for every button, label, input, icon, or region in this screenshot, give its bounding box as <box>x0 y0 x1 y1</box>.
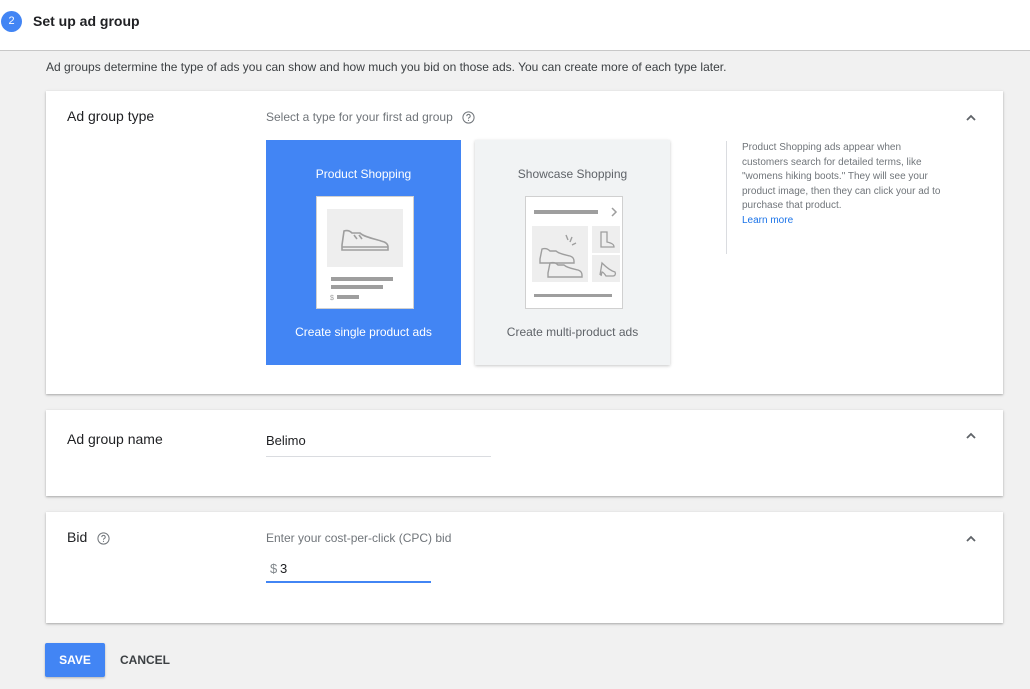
product-shopping-subtitle: Create single product ads <box>295 325 432 339</box>
step-header: 2 Set up ad group <box>0 0 1030 51</box>
multi-product-ad-illustration <box>525 196 623 309</box>
ad-type-info-text: Product Shopping ads appear when custome… <box>742 142 941 211</box>
showcase-shopping-subtitle: Create multi-product ads <box>506 325 639 339</box>
ad-group-name-input[interactable]: Belimo <box>266 433 491 457</box>
intro-text: Ad groups determine the type of ads you … <box>46 60 727 74</box>
ad-group-name-card: Ad group name Belimo <box>46 410 1003 496</box>
collapse-chevron-up-icon[interactable] <box>965 533 977 545</box>
showcase-shopping-title: Showcase Shopping <box>517 167 628 181</box>
bid-label: Bid <box>67 529 88 545</box>
svg-text:$: $ <box>330 295 334 302</box>
bid-label-group: Bid <box>67 529 110 548</box>
ad-group-name-label: Ad group name <box>67 431 163 447</box>
learn-more-link[interactable]: Learn more <box>742 214 941 229</box>
ad-group-type-card: Ad group type Select a type for your fir… <box>46 91 1003 394</box>
bid-value: 3 <box>280 561 288 576</box>
showcase-shopping-option[interactable]: Showcase Shopping Create multi-product a… <box>475 140 670 365</box>
bid-input[interactable]: $ 3 <box>266 561 431 583</box>
product-shopping-title: Product Shopping <box>315 167 412 181</box>
ad-group-type-hint: Select a type for your first ad group <box>266 110 475 127</box>
ad-group-type-hint-text: Select a type for your first ad group <box>266 110 453 124</box>
save-button[interactable]: SAVE <box>45 643 105 677</box>
single-product-ad-illustration: $ <box>316 196 414 309</box>
product-shopping-option[interactable]: Product Shopping $ Create single product… <box>266 140 461 365</box>
bid-hint: Enter your cost-per-click (CPC) bid <box>266 531 452 545</box>
help-icon[interactable] <box>462 111 475 127</box>
collapse-chevron-up-icon[interactable] <box>965 112 977 124</box>
cancel-button[interactable]: CANCEL <box>120 643 170 677</box>
currency-prefix: $ <box>270 561 278 576</box>
collapse-chevron-up-icon[interactable] <box>965 430 977 442</box>
bid-card: Bid Enter your cost-per-click (CPC) bid … <box>46 512 1003 623</box>
step-number-badge: 2 <box>1 11 22 32</box>
ad-group-type-label: Ad group type <box>67 108 155 124</box>
step-title: Set up ad group <box>33 13 140 29</box>
ad-type-info-panel: Product Shopping ads appear when custome… <box>726 141 941 254</box>
help-icon[interactable] <box>97 532 110 548</box>
